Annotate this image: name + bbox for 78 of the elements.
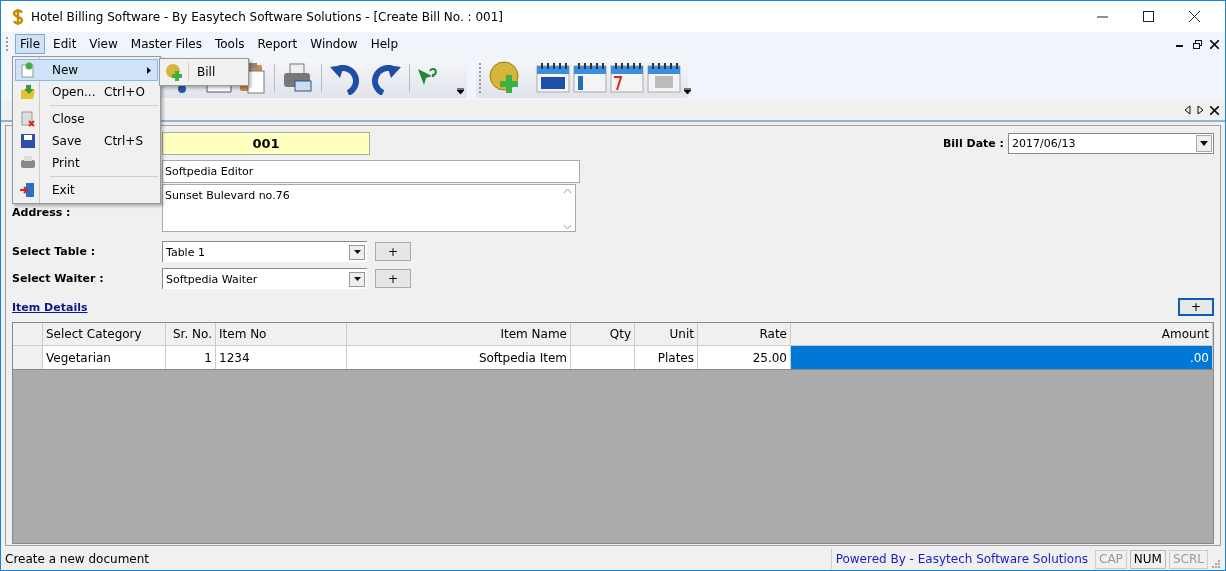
table-dropdown[interactable]: Table 1 (162, 241, 367, 262)
column-header[interactable]: Item Name (347, 323, 571, 346)
status-message: Create a new document (5, 552, 150, 566)
customer-name-field[interactable]: Softpedia Editor (162, 159, 580, 183)
menu-item[interactable]: Open... Ctrl+O (15, 81, 158, 103)
calendar-icon[interactable] (647, 62, 681, 94)
caret-icon[interactable] (1196, 134, 1212, 152)
new-document-icon (20, 62, 36, 78)
key-indicator: NUM (1129, 549, 1166, 569)
caret-icon[interactable] (349, 244, 365, 260)
menu-item[interactable]: Edit (48, 34, 82, 54)
table-cell[interactable]: Softpedia Item (347, 346, 571, 369)
overflow-icon[interactable] (684, 88, 691, 94)
window-title: Hotel Billing Software - By Easytech Software Solutions - [Create Bill No. : 001] (31, 9, 503, 24)
maximize-icon (1142, 11, 1154, 22)
address-label: Address : (12, 206, 72, 219)
table-cell[interactable]: 25.00 (698, 346, 791, 369)
open-folder-icon (20, 84, 36, 100)
table-cell[interactable]: Vegetarian (43, 346, 166, 369)
key-indicator: SCRL (1168, 549, 1208, 569)
scroll-left-icon[interactable] (1184, 105, 1191, 115)
close-icon[interactable] (1210, 105, 1219, 115)
resize-grip-icon[interactable] (1212, 560, 1220, 568)
column-header[interactable]: Sr. No. (166, 323, 216, 346)
column-header[interactable]: Item No (216, 323, 347, 346)
bill-date-dropdown[interactable]: 2017/06/13 (1008, 132, 1214, 154)
table-cell[interactable]: Plates (635, 346, 698, 369)
menu-item[interactable]: Help (365, 34, 403, 54)
column-header[interactable]: Select Category (43, 323, 166, 346)
menu-item[interactable]: New (15, 59, 158, 81)
printer-icon[interactable] (281, 61, 315, 95)
bill-date-label: Bill Date : (942, 136, 1004, 150)
close-icon[interactable] (1208, 38, 1220, 50)
menu-item[interactable]: Save Ctrl+S (15, 130, 158, 152)
menu-item[interactable]: View (84, 34, 123, 54)
exit-door-icon (20, 182, 36, 198)
calendar-icon[interactable] (610, 62, 644, 94)
dollar-icon (11, 7, 25, 26)
column-header[interactable]: Unit (635, 323, 698, 346)
waiter-dropdown[interactable]: Softpedia Waiter (162, 268, 367, 289)
menu-item[interactable]: File (15, 34, 46, 54)
item-details-link[interactable]: Item Details (12, 300, 88, 314)
table-cell[interactable]: .00 (791, 346, 1213, 369)
printer-icon (20, 155, 36, 171)
scroll-right-icon[interactable] (1197, 105, 1204, 115)
coin-add-icon (165, 63, 183, 81)
calendar-icon[interactable] (573, 62, 607, 94)
column-header[interactable]: Qty (571, 323, 635, 346)
save-icon (21, 134, 35, 148)
restore-icon[interactable] (1191, 38, 1203, 50)
close-document-icon (20, 111, 36, 127)
menu-item[interactable]: Close (15, 108, 158, 130)
select-waiter-label: Select Waiter : (12, 272, 105, 285)
close-icon (1188, 11, 1200, 22)
table-cell[interactable] (571, 346, 635, 369)
column-header[interactable]: Rate (698, 323, 791, 346)
document-icon[interactable] (177, 86, 187, 94)
add-table-button[interactable]: + (375, 242, 411, 261)
powered-by-text: Powered By - Easytech Software Solutions (830, 549, 1088, 569)
calendar-icon[interactable] (536, 62, 570, 94)
key-indicator: CAP (1095, 549, 1127, 569)
menu-item[interactable]: Tools (209, 34, 250, 54)
column-header[interactable]: Amount (791, 323, 1213, 346)
table-cell[interactable]: 1234 (216, 346, 347, 369)
table-cell[interactable]: 1 (166, 346, 216, 369)
caret-icon[interactable] (349, 271, 365, 287)
bill-number-field[interactable]: 001 (162, 131, 370, 155)
menu-item[interactable]: Bill (160, 60, 248, 84)
address-field[interactable]: Sunset Bulevard no.76 (162, 184, 576, 232)
menu-item[interactable]: Master Files (125, 34, 207, 54)
menu-item[interactable]: Window (305, 34, 363, 54)
menu-item[interactable]: Print (15, 152, 158, 174)
overflow-icon[interactable] (457, 88, 464, 94)
select-table-label: Select Table : (12, 245, 97, 258)
add-waiter-button[interactable]: + (375, 269, 411, 288)
menu-item[interactable]: Exit (15, 179, 158, 201)
add-item-button[interactable]: + (1178, 298, 1214, 316)
menu-item[interactable]: Report (252, 34, 303, 54)
